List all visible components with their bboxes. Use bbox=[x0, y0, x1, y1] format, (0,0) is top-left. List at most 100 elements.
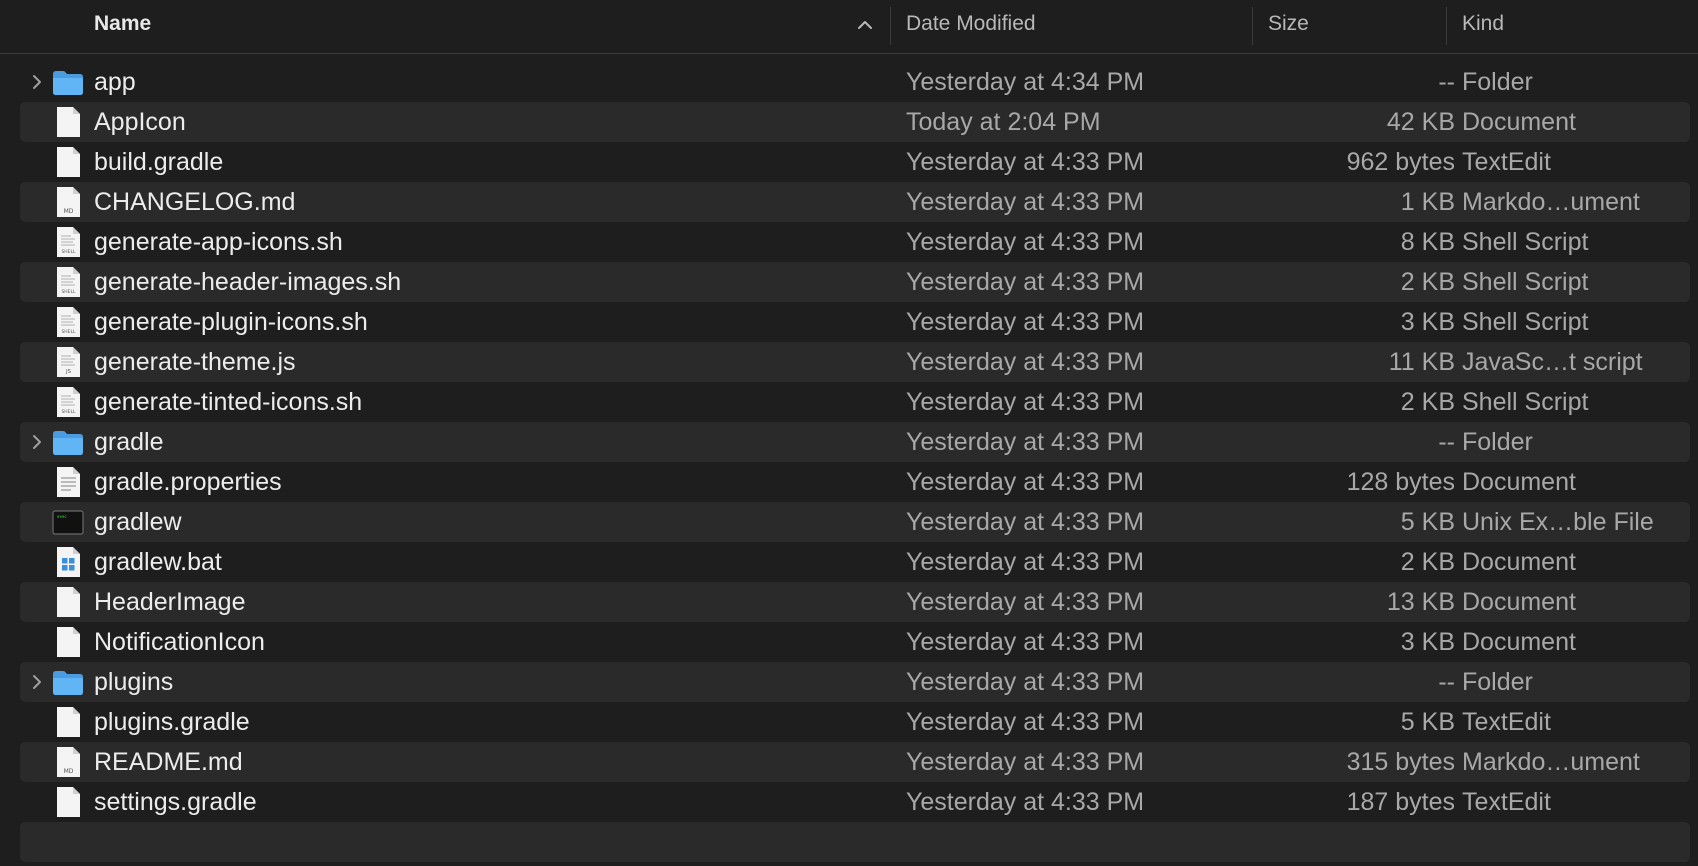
markdown-file-icon: MD bbox=[51, 185, 85, 219]
file-kind: Document bbox=[1462, 628, 1576, 656]
file-row[interactable]: exec gradlew Yesterday at 4:33 PM 5 KB Unix … bbox=[20, 502, 1690, 542]
empty-row bbox=[20, 822, 1690, 862]
shell-script-icon: SHELL bbox=[51, 385, 85, 419]
file-kind: Folder bbox=[1462, 428, 1533, 456]
svg-text:SHELL: SHELL bbox=[61, 329, 76, 335]
date-modified: Yesterday at 4:33 PM bbox=[906, 428, 1145, 456]
file-name: CHANGELOG.md bbox=[94, 188, 296, 216]
file-size: 5 KB bbox=[1400, 708, 1455, 736]
file-name: build.gradle bbox=[94, 148, 224, 176]
svg-text:exec: exec bbox=[57, 514, 67, 519]
file-row[interactable]: NotificationIcon Yesterday at 4:33 PM 3 KB… bbox=[20, 622, 1690, 662]
file-name: HeaderImage bbox=[94, 588, 246, 616]
file-kind: Document bbox=[1462, 548, 1576, 576]
file-size: 1 KB bbox=[1400, 188, 1455, 216]
folder-row[interactable]: plugins Yesterday at 4:33 PM -- Folder bbox=[20, 662, 1690, 702]
date-modified: Yesterday at 4:33 PM bbox=[906, 188, 1145, 216]
document-icon bbox=[51, 785, 85, 819]
column-divider[interactable] bbox=[1252, 7, 1253, 45]
chevron-up-icon[interactable] bbox=[855, 15, 875, 35]
date-modified: Yesterday at 4:33 PM bbox=[906, 628, 1145, 656]
document-icon bbox=[51, 705, 85, 739]
file-row[interactable]: gradlew.bat Yesterday at 4:33 PM 2 KB Docum… bbox=[20, 542, 1690, 582]
date-modified: Yesterday at 4:33 PM bbox=[906, 308, 1145, 336]
file-size: 128 bytes bbox=[1346, 468, 1455, 496]
file-name: AppIcon bbox=[94, 108, 186, 136]
file-row[interactable]: HeaderImage Yesterday at 4:33 PM 13 KB Docu… bbox=[20, 582, 1690, 622]
windows-batch-file-icon bbox=[51, 545, 85, 579]
column-header-date-modified[interactable]: Date Modified bbox=[906, 0, 1036, 48]
file-row[interactable]: JS generate-theme.js Yesterday at 4:33 PM 1… bbox=[20, 342, 1690, 382]
file-size: -- bbox=[1438, 68, 1455, 96]
unix-executable-icon: exec bbox=[51, 505, 85, 539]
file-kind: Folder bbox=[1462, 668, 1533, 696]
file-size: 3 KB bbox=[1400, 628, 1455, 656]
column-divider[interactable] bbox=[890, 7, 891, 45]
date-modified: Today at 2:04 PM bbox=[906, 108, 1101, 136]
file-name: gradlew bbox=[94, 508, 182, 536]
file-row[interactable]: SHELL generate-app-icons.sh Yesterday at 4… bbox=[20, 222, 1690, 262]
shell-script-icon: SHELL bbox=[51, 225, 85, 259]
file-size: 2 KB bbox=[1400, 268, 1455, 296]
file-kind: TextEdit bbox=[1462, 788, 1551, 816]
file-name: app bbox=[94, 68, 136, 96]
file-kind: JavaSc…t script bbox=[1462, 348, 1643, 376]
file-row[interactable]: plugins.gradle Yesterday at 4:33 PM 5 KB Te… bbox=[20, 702, 1690, 742]
column-divider[interactable] bbox=[1446, 7, 1447, 45]
folder-row[interactable]: app Yesterday at 4:34 PM -- Folder bbox=[20, 62, 1690, 102]
file-name: generate-header-images.sh bbox=[94, 268, 402, 296]
document-icon bbox=[51, 145, 85, 179]
date-modified: Yesterday at 4:33 PM bbox=[906, 228, 1145, 256]
file-name: README.md bbox=[94, 748, 243, 776]
chevron-right-icon[interactable] bbox=[30, 431, 44, 453]
svg-text:MD: MD bbox=[64, 768, 74, 775]
file-name: plugins.gradle bbox=[94, 708, 250, 736]
document-icon bbox=[51, 625, 85, 659]
column-header-size[interactable]: Size bbox=[1268, 0, 1309, 48]
document-icon bbox=[51, 585, 85, 619]
javascript-file-icon: JS bbox=[51, 345, 85, 379]
shell-script-icon: SHELL bbox=[51, 305, 85, 339]
date-modified: Yesterday at 4:33 PM bbox=[906, 788, 1145, 816]
file-kind: Folder bbox=[1462, 68, 1533, 96]
svg-text:SHELL: SHELL bbox=[61, 249, 76, 255]
file-kind: Shell Script bbox=[1462, 228, 1589, 256]
file-size: 13 KB bbox=[1386, 588, 1455, 616]
file-row[interactable]: SHELL generate-header-images.sh Yesterday … bbox=[20, 262, 1690, 302]
file-row[interactable]: build.gradle Yesterday at 4:33 PM 962 byte… bbox=[20, 142, 1690, 182]
file-row[interactable]: SHELL generate-plugin-icons.sh Yesterday a… bbox=[20, 302, 1690, 342]
file-kind: Unix Ex…ble File bbox=[1462, 508, 1654, 536]
folder-icon bbox=[51, 65, 85, 99]
file-name: generate-theme.js bbox=[94, 348, 296, 376]
file-kind: Document bbox=[1462, 108, 1576, 136]
file-name: generate-tinted-icons.sh bbox=[94, 388, 363, 416]
date-modified: Yesterday at 4:33 PM bbox=[906, 508, 1145, 536]
file-kind: Markdo…ument bbox=[1462, 748, 1640, 776]
date-modified: Yesterday at 4:34 PM bbox=[906, 68, 1145, 96]
svg-text:SHELL: SHELL bbox=[61, 409, 76, 415]
shell-script-icon: SHELL bbox=[51, 265, 85, 299]
file-name: settings.gradle bbox=[94, 788, 257, 816]
file-kind: Document bbox=[1462, 588, 1576, 616]
file-size: 962 bytes bbox=[1346, 148, 1455, 176]
file-size: 187 bytes bbox=[1346, 788, 1455, 816]
text-document-icon bbox=[51, 465, 85, 499]
file-name: gradlew.bat bbox=[94, 548, 222, 576]
chevron-right-icon[interactable] bbox=[30, 71, 44, 93]
folder-row[interactable]: gradle Yesterday at 4:33 PM -- Folder bbox=[20, 422, 1690, 462]
chevron-right-icon[interactable] bbox=[30, 671, 44, 693]
date-modified: Yesterday at 4:33 PM bbox=[906, 668, 1145, 696]
file-kind: Shell Script bbox=[1462, 268, 1589, 296]
column-header-name[interactable]: Name bbox=[94, 0, 151, 48]
document-icon bbox=[51, 105, 85, 139]
file-row[interactable]: AppIcon Today at 2:04 PM 42 KB Document bbox=[20, 102, 1690, 142]
file-row[interactable]: MD CHANGELOG.md Yesterday at 4:33 PM 1 KB Ma… bbox=[20, 182, 1690, 222]
file-row[interactable]: MD README.md Yesterday at 4:33 PM 315 bytes… bbox=[20, 742, 1690, 782]
file-kind: TextEdit bbox=[1462, 148, 1551, 176]
file-size: -- bbox=[1438, 668, 1455, 696]
file-row[interactable]: SHELL generate-tinted-icons.sh Yesterday a… bbox=[20, 382, 1690, 422]
column-header-kind[interactable]: Kind bbox=[1462, 0, 1504, 48]
file-row[interactable]: gradle.properties Yesterday at 4:33 PM 128… bbox=[20, 462, 1690, 502]
file-row[interactable]: settings.gradle Yesterday at 4:33 PM 187 b… bbox=[20, 782, 1690, 822]
folder-icon bbox=[51, 425, 85, 459]
